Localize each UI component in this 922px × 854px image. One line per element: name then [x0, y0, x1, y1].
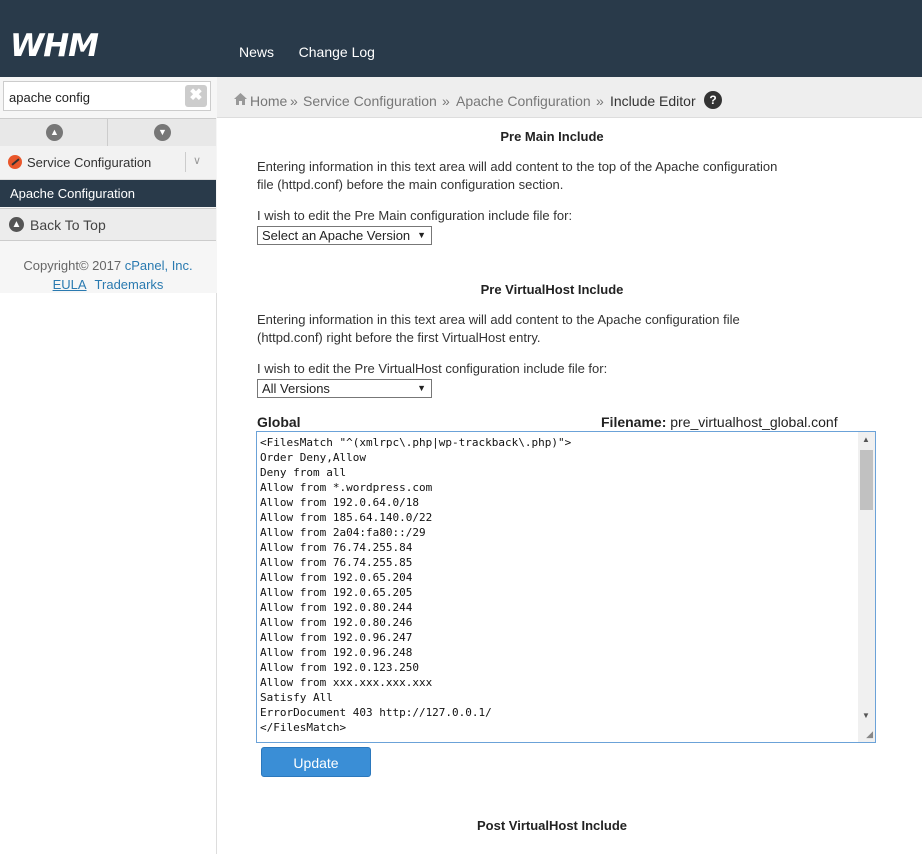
divider — [185, 152, 186, 172]
pre-vhost-version-select[interactable]: All Versions ▼ — [257, 379, 432, 398]
whm-logo[interactable]: WHM — [10, 28, 99, 64]
scroll-up-icon[interactable]: ▲ — [862, 435, 870, 444]
breadcrumb-separator: » — [442, 93, 450, 109]
sidebar-item-apache-configuration[interactable]: Apache Configuration — [0, 180, 216, 207]
breadcrumb-separator: » — [596, 93, 604, 109]
pre-vhost-description: Entering information in this text area w… — [257, 311, 857, 347]
pre-vhost-title: Pre VirtualHost Include — [480, 282, 624, 297]
pre-vhost-select-label: I wish to edit the Pre VirtualHost confi… — [257, 361, 608, 376]
arrow-up-circle-icon: ▲ — [9, 217, 24, 232]
breadcrumb: Home » Service Configuration » Apache Co… — [217, 77, 922, 118]
editor-scrollbar[interactable]: ▲ ▼ — [858, 432, 875, 742]
pre-main-version-select[interactable]: Select an Apache Version ▼ — [257, 226, 432, 245]
home-icon — [234, 93, 247, 105]
collapse-up-button[interactable]: ▲ — [0, 119, 107, 146]
resize-handle-icon[interactable]: ◢ — [866, 729, 873, 740]
select-value: Select an Apache Version — [262, 228, 411, 243]
sidebar-blank-area — [0, 293, 217, 854]
description-line: file (httpd.conf) before the main config… — [257, 177, 564, 192]
top-nav: News Change Log — [239, 44, 396, 60]
breadcrumb-current: Include Editor — [610, 93, 696, 109]
filename-key: Filename: — [601, 414, 667, 430]
sidebar-item-label: Apache Configuration — [10, 186, 136, 201]
nav-changelog-link[interactable]: Change Log — [299, 44, 375, 60]
help-icon[interactable]: ? — [704, 91, 722, 109]
breadcrumb-home[interactable]: Home — [250, 93, 287, 109]
search-input[interactable] — [9, 87, 179, 107]
sidebar-item-label: Service Configuration — [27, 155, 152, 170]
description-line: Entering information in this text area w… — [257, 159, 778, 174]
update-button[interactable]: Update — [261, 747, 371, 777]
select-value: All Versions — [262, 381, 330, 396]
trademarks-link[interactable]: Trademarks — [95, 277, 164, 292]
scroll-down-icon[interactable]: ▼ — [862, 711, 870, 720]
cpanel-link[interactable]: cPanel, Inc. — [125, 258, 193, 273]
pre-main-select-label: I wish to edit the Pre Main configuratio… — [257, 208, 573, 223]
top-header: WHM News Change Log — [0, 0, 922, 77]
pre-main-title: Pre Main Include — [500, 129, 604, 144]
nav-news-link[interactable]: News — [239, 44, 274, 60]
description-line: Entering information in this text area w… — [257, 312, 740, 327]
global-label: Global — [257, 414, 301, 430]
dropdown-arrow-icon: ▼ — [417, 383, 426, 393]
editor-code[interactable]: <FilesMatch "^(xmlrpc\.php|wp-trackback\… — [260, 435, 571, 735]
description-line: (httpd.conf) right before the first Virt… — [257, 330, 541, 345]
clear-search-icon[interactable]: ✖ — [185, 85, 207, 107]
expand-down-button[interactable]: ▼ — [108, 119, 215, 146]
sidebar-footer: Copyright© 2017 cPanel, Inc. EULA Tradema… — [0, 258, 216, 292]
arrow-down-icon: ▼ — [154, 124, 171, 141]
scrollbar-thumb[interactable] — [860, 450, 873, 510]
breadcrumb-separator: » — [290, 93, 298, 109]
wrench-icon — [8, 155, 22, 169]
filename-value: pre_virtualhost_global.conf — [670, 414, 838, 430]
sidebar-nav-arrows: ▲ ▼ — [0, 118, 216, 147]
back-to-top-button[interactable]: ▲ Back To Top — [0, 208, 216, 241]
chevron-down-icon[interactable]: ∨ — [193, 154, 201, 167]
filename-label: Filename: pre_virtualhost_global.conf — [601, 414, 838, 430]
include-editor-textarea[interactable]: <FilesMatch "^(xmlrpc\.php|wp-trackback\… — [256, 431, 876, 743]
eula-link[interactable]: EULA — [53, 277, 87, 292]
pre-main-description: Entering information in this text area w… — [257, 158, 857, 194]
breadcrumb-apache-configuration[interactable]: Apache Configuration — [456, 93, 591, 109]
arrow-up-icon: ▲ — [46, 124, 63, 141]
post-vhost-title: Post VirtualHost Include — [476, 818, 627, 833]
search-box: ✖ — [3, 81, 211, 111]
main-content: Pre Main Include Entering information in… — [217, 118, 922, 854]
back-to-top-label: Back To Top — [30, 217, 106, 233]
dropdown-arrow-icon: ▼ — [417, 230, 426, 240]
sidebar-item-service-configuration[interactable]: Service Configuration ∨ — [0, 146, 216, 180]
breadcrumb-service-configuration[interactable]: Service Configuration — [303, 93, 437, 109]
copyright-text: Copyright© 2017 — [23, 258, 122, 273]
